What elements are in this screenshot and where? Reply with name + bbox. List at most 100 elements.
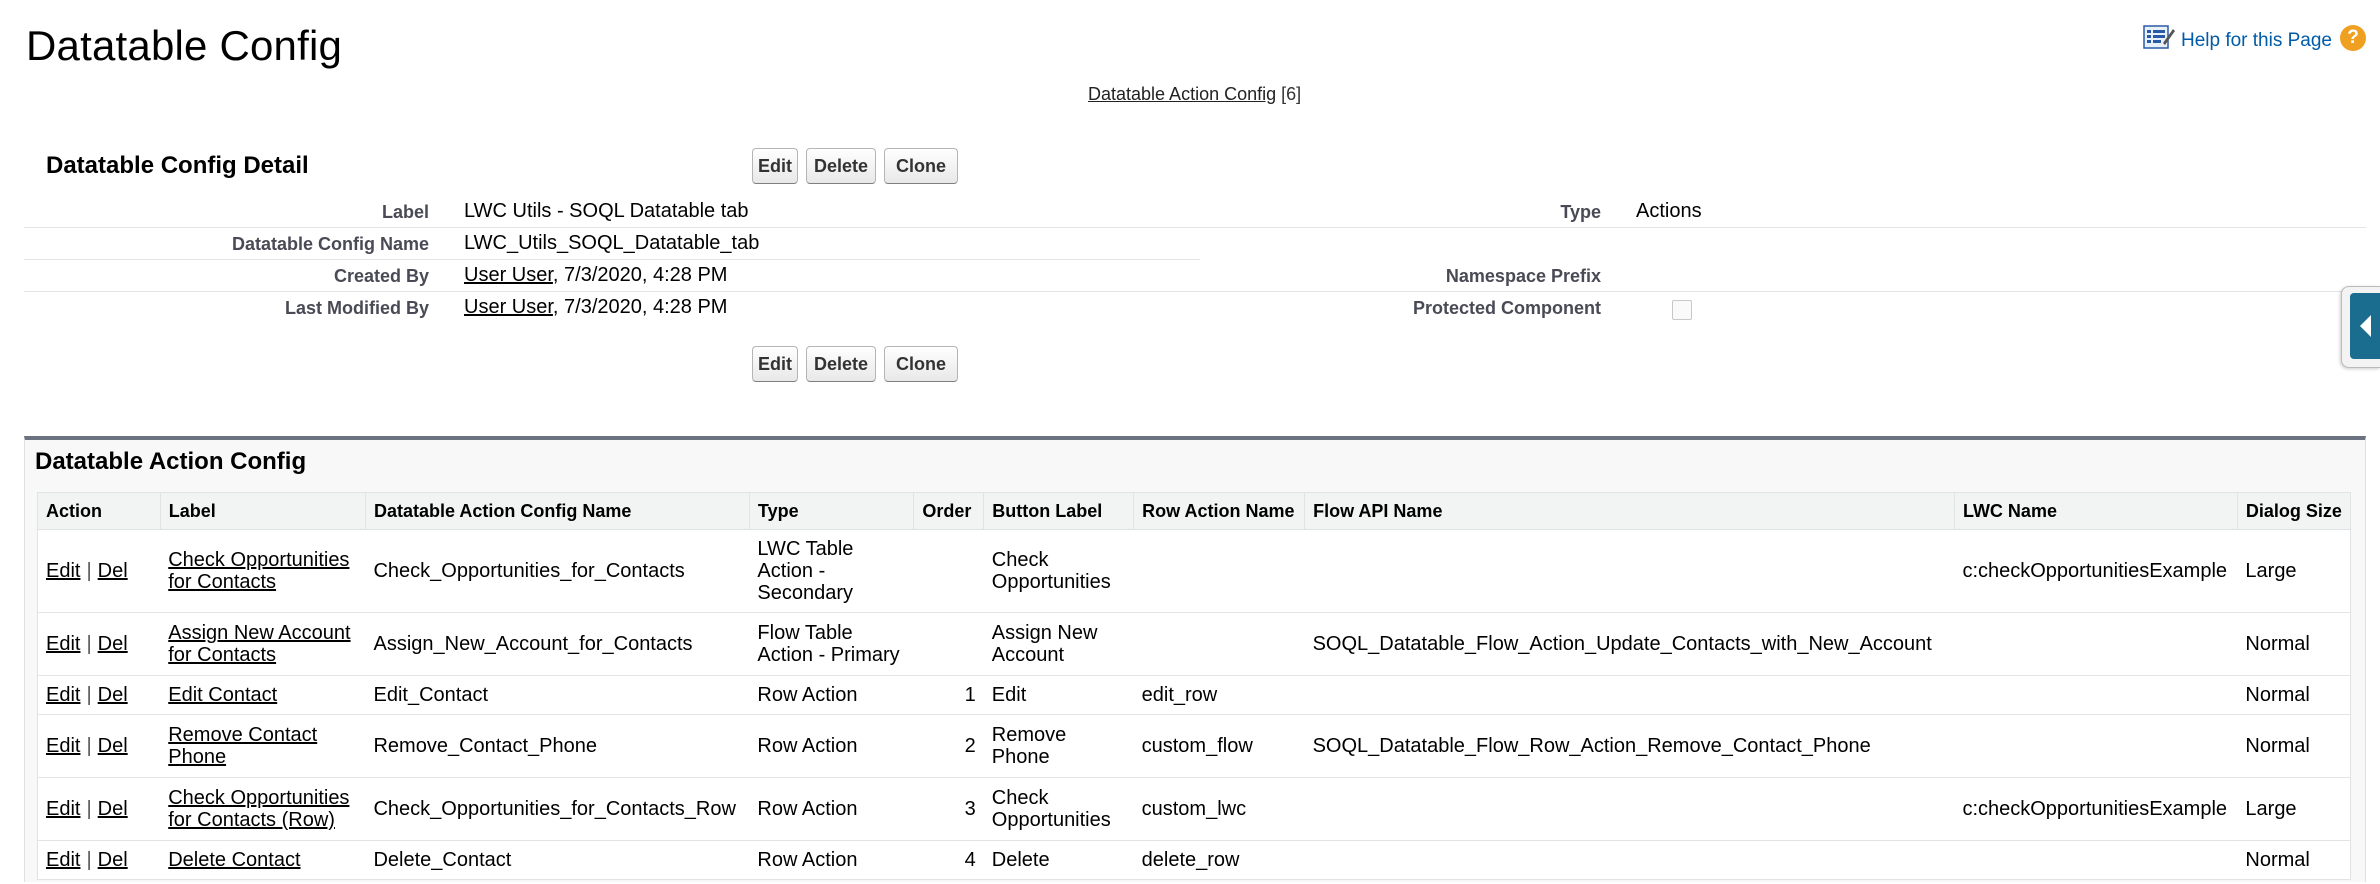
field-label-created-by: Created By [333, 266, 429, 286]
cell-order [913, 529, 984, 613]
bottom-button-group: Edit Delete Clone [752, 346, 958, 382]
field-value-type: Actions [1636, 200, 1702, 222]
row-actions: Edit | Del [37, 529, 161, 613]
cell-row-action-name: edit_row [1133, 675, 1305, 715]
created-by-user-link[interactable]: User User [464, 264, 553, 286]
created-by-date: , 7/3/2020, 4:28 PM [552, 264, 728, 286]
column-header: Order [913, 492, 985, 530]
record-label-link[interactable]: Assign New Account for Contacts [168, 622, 350, 666]
del-link[interactable]: Del [98, 684, 128, 706]
record-label-link[interactable]: Check Opportunities for Contacts (Row) [168, 787, 349, 831]
cell-type: Flow Table Action - Primary [749, 612, 914, 676]
column-header: Type [748, 492, 915, 530]
record-label-link[interactable]: Delete Contact [168, 849, 300, 871]
cell-config-name: Remove_Contact_Phone [365, 714, 750, 778]
row-actions: Edit | Del [37, 840, 161, 880]
cell-config-name: Delete_Contact [365, 840, 750, 880]
edit-button[interactable]: Edit [752, 346, 798, 382]
collapse-arrow-icon [2359, 315, 2371, 337]
cell-type: Row Action [749, 777, 914, 841]
del-link[interactable]: Del [98, 849, 128, 871]
cell-row-action-name [1133, 529, 1305, 613]
delete-button[interactable]: Delete [806, 148, 876, 184]
help-for-this-page-link[interactable]: Help for this Page [2181, 30, 2332, 52]
cell-config-name: Assign_New_Account_for_Contacts [365, 612, 750, 676]
table-row: Edit | Del Assign New Account for Contacts… [37, 612, 2351, 676]
field-row-label: Label LWC Utils - SOQL Datatable tab Typ… [24, 196, 2366, 228]
protected-component-checkbox [1672, 300, 1692, 320]
cell-flow-api-name [1304, 529, 1955, 613]
cell-dialog-size: Large [2237, 529, 2351, 613]
last-modified-by-user-link[interactable]: User User [464, 296, 553, 318]
del-link[interactable]: Del [98, 633, 128, 655]
edit-link[interactable]: Edit [46, 684, 80, 706]
sidebar-toggle-tab[interactable] [2341, 286, 2380, 368]
cell-button-label: Check Opportunities [983, 529, 1134, 613]
edit-button[interactable]: Edit [752, 148, 798, 184]
cell-flow-api-name [1304, 777, 1955, 841]
cell-type: LWC Table Action - Secondary [749, 529, 914, 613]
edit-link[interactable]: Edit [46, 633, 80, 655]
action-separator: | [86, 633, 92, 655]
column-header: Label [159, 492, 366, 530]
column-header: Action [37, 492, 161, 530]
related-list-links: Datatable Action Config [6] [1088, 84, 1301, 105]
column-header: Button Label [983, 492, 1135, 530]
action-separator: | [86, 798, 92, 820]
cell-type: Row Action [749, 840, 914, 880]
table-row: Edit | Del Check Opportunities for Contact… [37, 777, 2351, 841]
cell-lwc-name [1954, 612, 2238, 676]
field-label-last-modified-by: Last Modified By [284, 298, 429, 318]
table-row: Edit | Del Edit Contact Edit_Contact Row A… [37, 675, 2351, 715]
del-link[interactable]: Del [98, 560, 128, 582]
row-actions: Edit | Del [37, 675, 161, 715]
cell-config-name: Check_Opportunities_for_Contacts [365, 529, 750, 613]
cell-type: Row Action [749, 675, 914, 715]
edit-link[interactable]: Edit [46, 560, 80, 582]
related-list-link-datatable-action-config[interactable]: Datatable Action Config [1088, 84, 1276, 104]
top-button-group: Edit Delete Clone [752, 148, 958, 184]
column-header: Flow API Name [1304, 492, 1955, 530]
record-label-link[interactable]: Check Opportunities for Contacts [168, 549, 349, 593]
sidebar-toggle-button[interactable] [2350, 293, 2380, 359]
cell-flow-api-name [1304, 840, 1955, 880]
edit-link[interactable]: Edit [46, 849, 80, 871]
field-value-config-name: LWC_Utils_SOQL_Datatable_tab [464, 232, 760, 254]
cell-row-action-name [1133, 612, 1305, 676]
action-separator: | [86, 560, 92, 582]
del-link[interactable]: Del [98, 735, 128, 757]
cell-order [913, 612, 984, 676]
cell-type: Row Action [749, 714, 914, 778]
cell-order: 3 [913, 777, 984, 841]
page-help-icon[interactable] [2143, 23, 2175, 51]
edit-link[interactable]: Edit [46, 798, 80, 820]
related-list-count: [6] [1281, 84, 1302, 104]
clone-button[interactable]: Clone [884, 346, 958, 382]
cell-dialog-size: Normal [2237, 840, 2351, 880]
del-link[interactable]: Del [98, 798, 128, 820]
cell-order: 2 [913, 714, 984, 778]
table-row: Edit | Del Check Opportunities for Contact… [37, 529, 2351, 613]
field-value-created-by: User User, 7/3/2020, 4:28 PM [464, 264, 727, 287]
delete-button[interactable]: Delete [806, 346, 876, 382]
question-mark-icon[interactable]: ? [2340, 25, 2366, 51]
field-value-label: LWC Utils - SOQL Datatable tab [464, 200, 749, 222]
row-actions: Edit | Del [37, 777, 161, 841]
cell-lwc-name: c:checkOpportunitiesExample [1954, 777, 2238, 841]
action-separator: | [86, 849, 92, 871]
related-list-title: Datatable Action Config [35, 448, 307, 475]
field-label-label: Label [381, 202, 429, 222]
clone-button[interactable]: Clone [884, 148, 958, 184]
cell-button-label: Check Opportunities [983, 777, 1134, 841]
edit-link[interactable]: Edit [46, 735, 80, 757]
cell-dialog-size: Normal [2237, 714, 2351, 778]
field-row-last-modified-by: Last Modified By User User, 7/3/2020, 4:… [24, 292, 2366, 324]
record-label-link[interactable]: Remove Contact Phone [168, 724, 317, 768]
field-label-namespace-prefix: Namespace Prefix [1445, 266, 1601, 286]
action-separator: | [86, 684, 92, 706]
cell-flow-api-name: SOQL_Datatable_Flow_Row_Action_Remove_Co… [1304, 714, 1955, 778]
cell-flow-api-name [1304, 675, 1955, 715]
record-label-link[interactable]: Edit Contact [168, 684, 277, 706]
detail-section-title: Datatable Config Detail [46, 152, 309, 179]
cell-lwc-name [1954, 840, 2238, 880]
